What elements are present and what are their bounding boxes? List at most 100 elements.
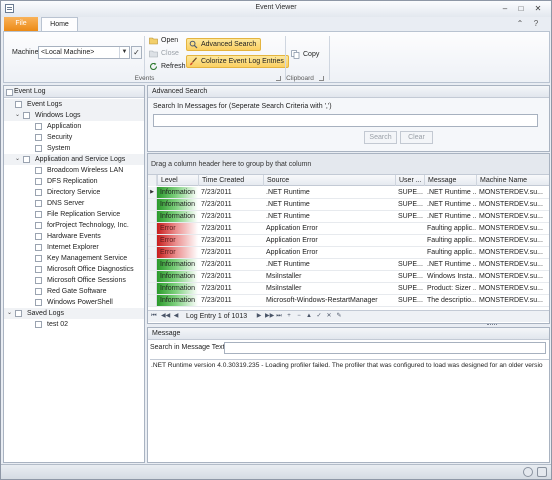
- tree-checkbox[interactable]: [23, 112, 30, 119]
- tree-item[interactable]: Red Gate Software: [4, 286, 144, 297]
- colorize-button[interactable]: Colorize Event Log Entries: [186, 55, 289, 68]
- column-header[interactable]: User ...: [395, 175, 424, 186]
- row-indicator[interactable]: ▶: [148, 187, 157, 198]
- tree-checkbox[interactable]: [35, 299, 42, 306]
- checkmark-icon[interactable]: ✓: [131, 46, 142, 59]
- tree-checkbox[interactable]: [35, 167, 42, 174]
- chevron-down-icon[interactable]: ⌄: [6, 308, 13, 319]
- tree-item[interactable]: DFS Replication: [4, 176, 144, 187]
- tree-item[interactable]: Directory Service: [4, 187, 144, 198]
- column-header[interactable]: Message: [424, 175, 476, 186]
- table-row[interactable]: Error 7/23/2011 Application Error Faulting …: [148, 247, 549, 259]
- tree-item[interactable]: Event Logs: [4, 99, 144, 110]
- nav-button-icon[interactable]: ▲: [305, 312, 313, 321]
- tree-checkbox[interactable]: [35, 211, 42, 218]
- tree-checkbox[interactable]: [35, 145, 42, 152]
- file-tab[interactable]: File: [4, 17, 38, 31]
- refresh-button[interactable]: Refresh: [148, 61, 186, 72]
- tree-item[interactable]: test 02: [4, 319, 144, 330]
- nav-button-icon[interactable]: ▶: [255, 312, 263, 321]
- tree-checkbox[interactable]: [23, 156, 30, 163]
- tree-checkbox[interactable]: [35, 288, 42, 295]
- home-tab[interactable]: Home: [41, 17, 78, 32]
- help-icon[interactable]: ?: [531, 19, 541, 29]
- row-indicator[interactable]: [148, 283, 157, 294]
- tree-item[interactable]: Microsoft Office Sessions: [4, 275, 144, 286]
- tree-checkbox[interactable]: [35, 244, 42, 251]
- settings-icon[interactable]: [523, 467, 533, 477]
- table-row[interactable]: Error 7/23/2011 Application Error Faulting …: [148, 235, 549, 247]
- tree-checkbox[interactable]: [35, 255, 42, 262]
- table-row[interactable]: Information 7/23/2011 .NET Runtime SUPE....…: [148, 199, 549, 211]
- tree-item[interactable]: Hardware Events: [4, 231, 144, 242]
- table-row[interactable]: Information 7/23/2011 .NET Runtime SUPE....…: [148, 211, 549, 223]
- row-indicator[interactable]: [148, 271, 157, 282]
- tree-item[interactable]: Security: [4, 132, 144, 143]
- advanced-search-button[interactable]: Advanced Search: [186, 38, 262, 51]
- row-indicator[interactable]: [148, 211, 157, 222]
- open-button[interactable]: Open: [148, 35, 178, 46]
- table-row[interactable]: Information 7/23/2011 MsiInstaller SUPE... P…: [148, 283, 549, 295]
- table-row[interactable]: Information 7/23/2011 Microsoft-Windows-Re…: [148, 295, 549, 307]
- chevron-down-icon[interactable]: ⌄: [14, 110, 21, 121]
- tree-item[interactable]: Windows PowerShell: [4, 297, 144, 308]
- tree-checkbox[interactable]: [35, 123, 42, 130]
- events-launcher-icon[interactable]: [276, 76, 281, 81]
- table-row[interactable]: ▶ Information 7/23/2011 .NET Runtime SUPE...…: [148, 187, 549, 199]
- tree-checkbox[interactable]: [35, 266, 42, 273]
- chevron-down-icon[interactable]: ⌄: [14, 154, 21, 165]
- column-header[interactable]: Machine Name: [476, 175, 549, 186]
- tree-item[interactable]: Microsoft Office Diagnostics: [4, 264, 144, 275]
- tree-checkbox[interactable]: [35, 189, 42, 196]
- tree-checkbox[interactable]: [35, 233, 42, 240]
- tree-item[interactable]: ⌄ Windows Logs: [4, 110, 144, 121]
- tree-checkbox[interactable]: [35, 134, 42, 141]
- nav-button-icon[interactable]: ⏭: [275, 312, 283, 321]
- message-text[interactable]: .NET Runtime version 4.0.30319.235 - Loa…: [150, 359, 549, 459]
- tree-item[interactable]: System: [4, 143, 144, 154]
- group-by-bar[interactable]: Drag a column header here to group by th…: [148, 154, 549, 175]
- column-header[interactable]: Level: [157, 175, 198, 186]
- row-indicator[interactable]: [148, 199, 157, 210]
- search-button[interactable]: Search: [364, 131, 397, 144]
- ribbon-collapse-icon[interactable]: ⌃: [515, 19, 525, 29]
- clear-button[interactable]: Clear: [400, 131, 433, 144]
- row-indicator[interactable]: [148, 247, 157, 258]
- tree-item[interactable]: ⌄ Saved Logs: [4, 308, 144, 319]
- row-indicator[interactable]: [148, 295, 157, 306]
- nav-button-icon[interactable]: ⏮: [150, 312, 158, 321]
- tree-checkbox[interactable]: [35, 200, 42, 207]
- row-indicator[interactable]: [148, 235, 157, 246]
- tree-item[interactable]: Key Management Service: [4, 253, 144, 264]
- nav-button-icon[interactable]: ◀◀: [161, 312, 170, 321]
- tree-item[interactable]: forProject Technology, Inc.: [4, 220, 144, 231]
- clipboard-launcher-icon[interactable]: [319, 76, 324, 81]
- header-checkbox[interactable]: [6, 89, 13, 96]
- nav-button-icon[interactable]: ✓: [315, 312, 323, 321]
- nav-button-icon[interactable]: ✎: [335, 312, 343, 321]
- nav-button-icon[interactable]: ◀: [172, 312, 180, 321]
- message-search-input[interactable]: [224, 342, 546, 354]
- chevron-down-icon[interactable]: ▼: [119, 47, 129, 58]
- machine-select[interactable]: <Local Machine> ▼: [38, 46, 130, 59]
- tree-checkbox[interactable]: [35, 321, 42, 328]
- tree-checkbox[interactable]: [15, 310, 22, 317]
- row-indicator[interactable]: [148, 223, 157, 234]
- tree-checkbox[interactable]: [15, 101, 22, 108]
- column-header[interactable]: Source: [263, 175, 395, 186]
- resize-grip-icon[interactable]: [537, 467, 547, 477]
- tree-item[interactable]: Broadcom Wireless LAN: [4, 165, 144, 176]
- nav-button-icon[interactable]: −: [295, 312, 303, 321]
- advanced-search-input[interactable]: [153, 114, 538, 127]
- maximize-icon[interactable]: □: [515, 3, 527, 14]
- tree-item[interactable]: Application: [4, 121, 144, 132]
- tree-checkbox[interactable]: [35, 178, 42, 185]
- column-header[interactable]: Time Created: [198, 175, 263, 186]
- table-row[interactable]: Error 7/23/2011 Application Error Faulting …: [148, 223, 549, 235]
- row-indicator[interactable]: [148, 259, 157, 270]
- tree-item[interactable]: File Replication Service: [4, 209, 144, 220]
- table-row[interactable]: Information 7/23/2011 .NET Runtime SUPE....…: [148, 259, 549, 271]
- tree-item[interactable]: ⌄ Application and Service Logs: [4, 154, 144, 165]
- close-icon[interactable]: ✕: [532, 3, 544, 14]
- nav-button-icon[interactable]: ✕: [325, 312, 333, 321]
